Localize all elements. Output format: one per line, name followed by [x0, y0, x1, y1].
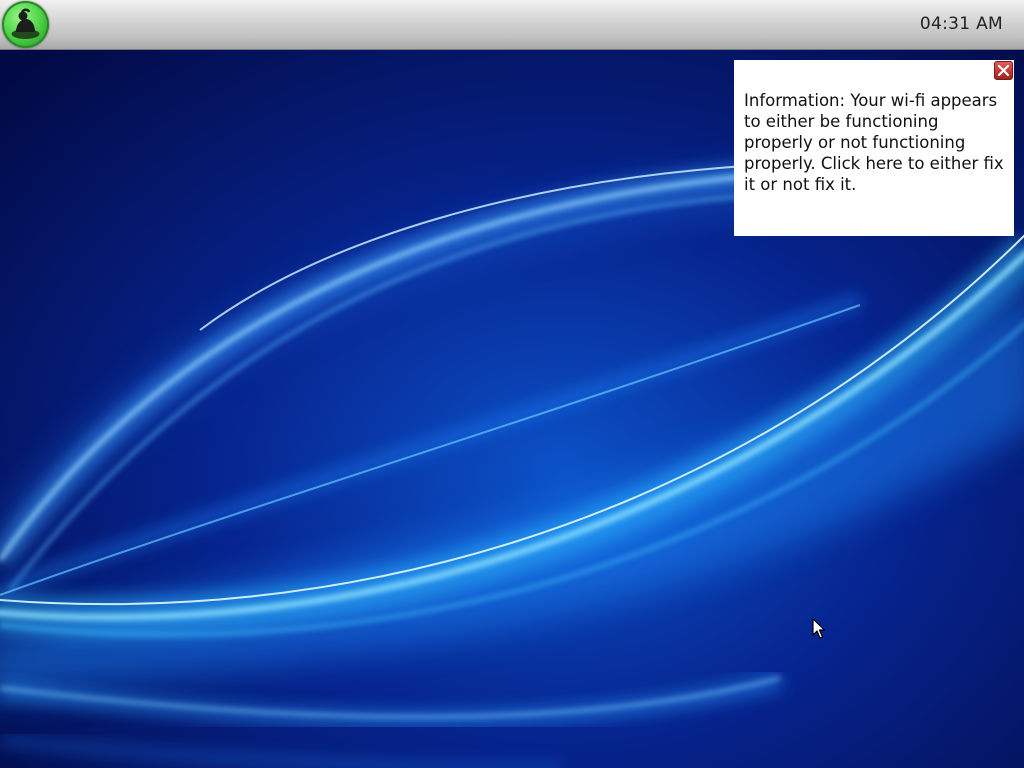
wifi-notification[interactable]: Information: Your wi-fi appears to eithe…: [734, 60, 1014, 236]
start-menu-button[interactable]: [2, 1, 49, 48]
app-menu-icon: [11, 8, 40, 39]
notification-close-button[interactable]: [994, 61, 1013, 80]
close-icon: [997, 64, 1010, 77]
notification-message[interactable]: Information: Your wi-fi appears to eithe…: [744, 90, 1006, 195]
arrow-cursor-icon: [812, 618, 826, 639]
desktop-screen: 04:31 AM Information: Your wi-fi appears…: [0, 0, 1024, 768]
panel-clock[interactable]: 04:31 AM: [920, 14, 1003, 34]
top-panel: 04:31 AM: [0, 0, 1024, 50]
